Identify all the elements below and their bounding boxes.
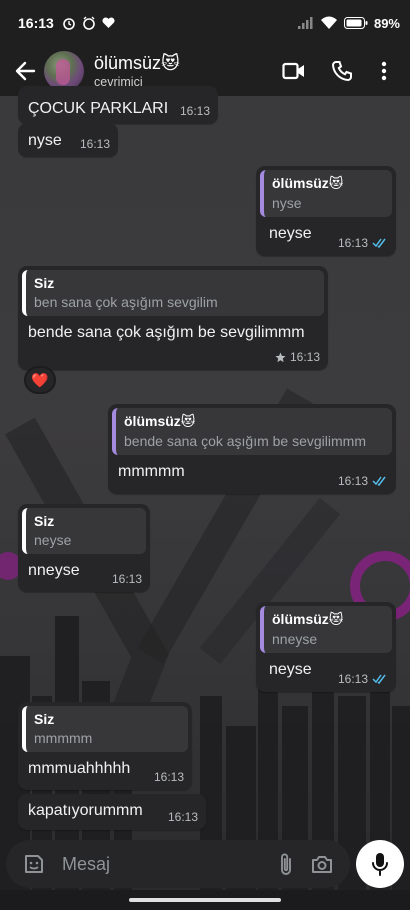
- quote-text: nyse: [272, 195, 302, 211]
- voice-call-button[interactable]: [318, 49, 366, 93]
- message-time: 16:13: [337, 672, 368, 686]
- battery-percent: 89%: [373, 15, 400, 31]
- message-meta: 16:13: [168, 810, 198, 824]
- quoted-message[interactable]: ölümsüz😻 nneyse: [260, 606, 392, 653]
- camera-button[interactable]: [304, 844, 340, 884]
- quoted-message[interactable]: ölümsüz😻 nyse: [260, 170, 392, 217]
- status-left-icons: [62, 16, 115, 30]
- header-actions: [270, 49, 402, 93]
- video-call-button[interactable]: [270, 49, 318, 93]
- message-outgoing[interactable]: ölümsüz😻 bende sana çok aşığım be sevgil…: [108, 404, 396, 494]
- message-meta: 16:13: [180, 104, 210, 118]
- contact-name: ölümsüz😻: [94, 53, 180, 73]
- status-right-icons: 89%: [297, 15, 400, 31]
- message-incoming[interactable]: Siz neyse nneyse 16:13: [18, 504, 150, 592]
- alarm-clock-icon: [83, 16, 95, 30]
- message-input[interactable]: [62, 853, 252, 875]
- voice-record-button[interactable]: [356, 840, 404, 888]
- quote-text: ben sana çok aşığım sevgilim: [34, 294, 218, 310]
- star-icon: [275, 351, 286, 362]
- message-time: 16:13: [167, 810, 198, 824]
- quote-author: Siz: [34, 513, 55, 529]
- message-incoming[interactable]: Siz ben sana çok aşığım sevgilim bende s…: [18, 266, 328, 370]
- message-time: 16:13: [289, 350, 320, 364]
- video-camera-icon: [282, 62, 304, 80]
- alarm-icon: [63, 18, 75, 30]
- quoted-message[interactable]: Siz neyse: [22, 508, 146, 554]
- paperclip-icon: [281, 853, 291, 875]
- home-gesture-pill[interactable]: [129, 898, 281, 902]
- avatar[interactable]: [44, 51, 84, 91]
- system-navigation-bar: [0, 890, 410, 910]
- quote-author: ölümsüz😻: [124, 413, 196, 429]
- quote-author: ölümsüz😻: [272, 611, 344, 627]
- message-outgoing[interactable]: ölümsüz😻 nyse neyse 16:13: [256, 166, 396, 256]
- microphone-icon: [372, 853, 388, 876]
- quoted-message[interactable]: Siz mmmmm: [22, 706, 188, 752]
- heart-icon: [102, 17, 115, 28]
- phone-icon: [331, 61, 352, 82]
- message-meta: 16:13: [338, 672, 388, 686]
- attach-button[interactable]: [268, 844, 304, 884]
- quote-author: Siz: [34, 275, 55, 291]
- sticker-icon: [25, 855, 43, 873]
- status-bar: 16:13 89%: [0, 0, 410, 46]
- double-check-read-icon: [372, 674, 386, 684]
- arrow-left-icon: [15, 61, 36, 81]
- quoted-message[interactable]: Siz ben sana çok aşığım sevgilim: [22, 270, 324, 316]
- quote-text: nneyse: [272, 631, 318, 647]
- double-check-read-icon: [372, 238, 386, 248]
- message-time: 16:13: [153, 770, 184, 784]
- quote-text: mmmmm: [34, 730, 93, 746]
- quote-text: neyse: [34, 532, 72, 548]
- message-outgoing[interactable]: ölümsüz😻 nneyse neyse 16:13: [256, 602, 396, 692]
- message-text: bende sana çok aşığım be sevgilimmm: [28, 324, 305, 341]
- quote-author: ölümsüz😻: [272, 175, 344, 191]
- message-time: 16:13: [179, 104, 210, 118]
- double-check-read-icon: [372, 476, 386, 486]
- message-incoming[interactable]: Siz mmmmm mmmuahhhhh 16:13: [18, 702, 192, 790]
- message-composer: [6, 840, 350, 888]
- contact-info[interactable]: ölümsüz😻 çevrimiçi: [94, 53, 180, 89]
- battery-icon: [343, 17, 368, 29]
- quote-author: Siz: [34, 711, 55, 727]
- message-meta: 16:13: [154, 770, 184, 784]
- message-meta: 16:13: [338, 236, 388, 250]
- sticker-button[interactable]: [16, 844, 52, 884]
- message-time: 16:13: [337, 236, 368, 250]
- wifi-icon: [320, 16, 337, 29]
- message-time: 16:13: [79, 137, 110, 151]
- signal-icon: [297, 17, 313, 29]
- message-meta: 16:13: [80, 137, 110, 151]
- message-meta: 16:13: [275, 350, 320, 364]
- message-meta: 16:13: [112, 572, 142, 586]
- message-meta: 16:13: [338, 474, 388, 488]
- message-incoming[interactable]: nyse 16:13: [18, 123, 118, 157]
- more-vertical-icon: [381, 61, 387, 81]
- message-incoming[interactable]: kapatıyorummm 16:13: [18, 794, 206, 830]
- more-options-button[interactable]: [366, 49, 402, 93]
- message-time: 16:13: [337, 474, 368, 488]
- quote-text: bende sana çok aşığım be sevgilimmm: [124, 433, 366, 449]
- heart-reaction-icon: ❤️: [31, 371, 49, 388]
- quoted-message[interactable]: ölümsüz😻 bende sana çok aşığım be sevgil…: [112, 408, 392, 455]
- camera-icon: [312, 856, 332, 873]
- reaction-badge[interactable]: ❤️: [24, 366, 56, 394]
- back-button[interactable]: [8, 51, 42, 91]
- message-incoming[interactable]: ÇOCUK PARKLARI 16:13: [18, 86, 218, 124]
- message-time: 16:13: [111, 572, 142, 586]
- status-time: 16:13: [18, 15, 54, 31]
